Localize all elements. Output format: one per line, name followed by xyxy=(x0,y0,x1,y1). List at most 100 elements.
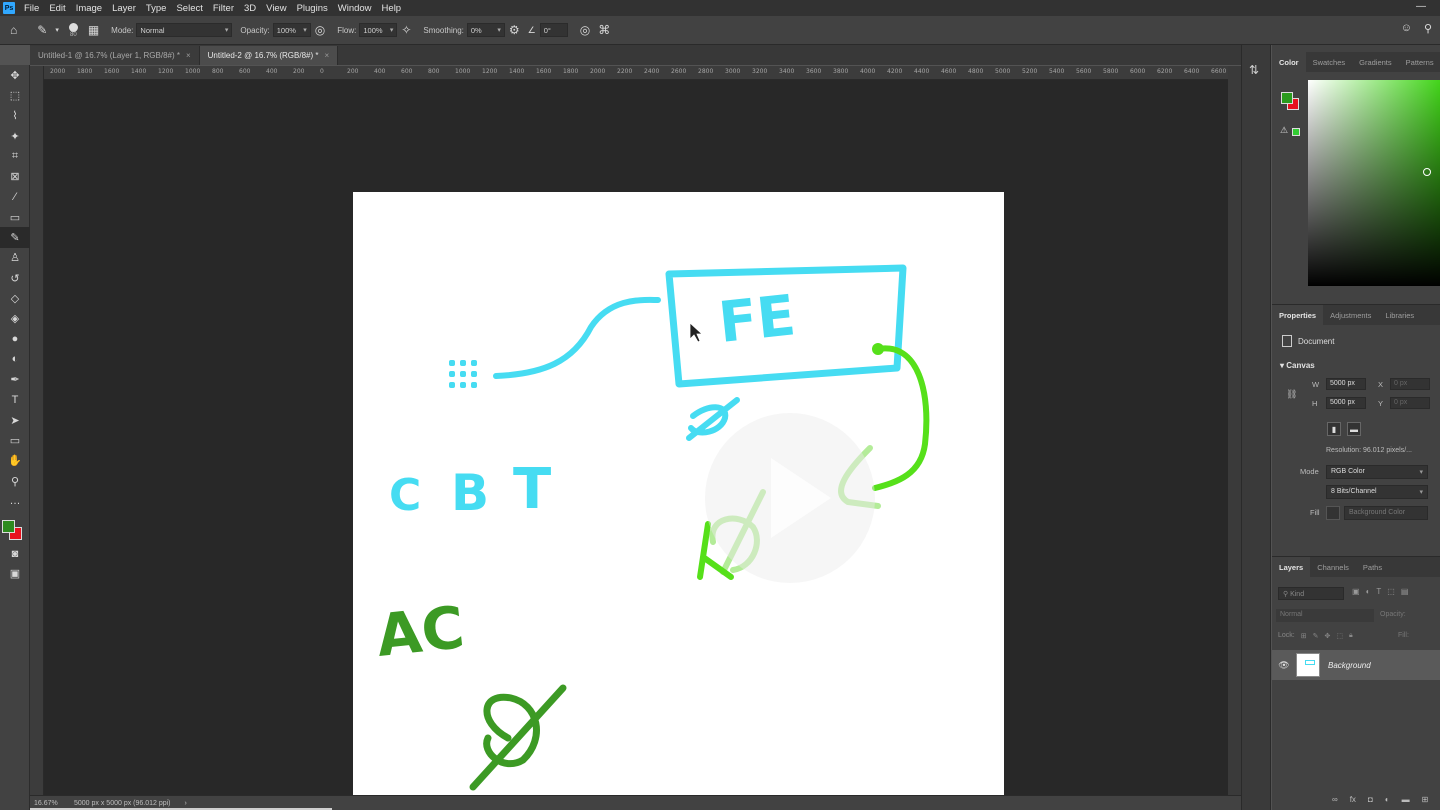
tab-channels[interactable]: Channels xyxy=(1310,557,1356,577)
bit-depth-select[interactable]: 8 Bits/Channel ▾ xyxy=(1326,485,1428,499)
gear-icon[interactable]: ⚙ xyxy=(509,23,520,37)
tab-paths[interactable]: Paths xyxy=(1356,557,1389,577)
chevron-right-icon[interactable]: › xyxy=(185,800,187,807)
gamut-warning-icon[interactable]: ⚠ xyxy=(1280,125,1288,136)
landscape-orientation-button[interactable]: ▬ xyxy=(1347,422,1361,436)
canvas[interactable]: FE C B T AC xyxy=(353,192,1004,810)
lock-pixels-icon[interactable]: ✎ xyxy=(1313,632,1319,640)
dodge-tool[interactable]: ◐ xyxy=(0,349,30,369)
tab-swatches[interactable]: Swatches xyxy=(1306,52,1353,72)
home-icon[interactable]: ⌂ xyxy=(10,23,17,37)
type-tool[interactable]: T xyxy=(0,390,30,410)
color-mode-select[interactable]: RGB Color ▾ xyxy=(1326,465,1428,479)
screen-mode-tool[interactable]: ▣ xyxy=(0,564,30,584)
brush-preset-icon[interactable]: ✎ xyxy=(37,23,47,37)
lock-artboard-icon[interactable]: ⬚ xyxy=(1336,632,1343,640)
web-safe-color-icon[interactable] xyxy=(1292,128,1300,136)
document-workspace[interactable]: FE C B T AC xyxy=(44,80,1228,810)
fill-color-swatch[interactable] xyxy=(1326,506,1340,520)
menu-plugins[interactable]: Plugins xyxy=(292,3,333,14)
x-input[interactable]: 0 px xyxy=(1390,378,1430,390)
document-tab-untitled-2[interactable]: Untitled-2 @ 16.7% (RGB/8#) * × xyxy=(199,46,339,65)
pressure-opacity-icon[interactable]: ◎ xyxy=(315,23,325,37)
color-swatches[interactable] xyxy=(0,512,29,544)
link-icon[interactable]: ⛓ xyxy=(1286,389,1297,400)
color-panel-foreground-swatch[interactable] xyxy=(1281,92,1293,104)
crop-tool[interactable]: ⌗ xyxy=(0,146,30,166)
menu-file[interactable]: File xyxy=(19,3,44,14)
blur-tool[interactable]: ● xyxy=(0,329,30,349)
eraser-tool[interactable]: ◇ xyxy=(0,288,30,308)
menu-filter[interactable]: Filter xyxy=(208,3,239,14)
eyedropper-tool[interactable]: ⁄ xyxy=(0,187,30,207)
document-info[interactable]: 5000 px x 5000 px (96.012 ppi) xyxy=(74,800,171,807)
adjustment-layer-icon[interactable]: ◐ xyxy=(1385,795,1390,804)
foreground-color-swatch[interactable] xyxy=(2,519,15,533)
clone-stamp-tool[interactable]: ♙ xyxy=(0,248,30,268)
mode-select[interactable]: Normal ▾ xyxy=(136,23,233,37)
fill-select[interactable]: Background Color xyxy=(1344,506,1428,520)
menu-view[interactable]: View xyxy=(261,3,291,14)
adjustment-filter-icon[interactable]: ◐ xyxy=(1366,587,1371,596)
lock-position-icon[interactable]: ✥ xyxy=(1324,632,1330,640)
menu-3d[interactable]: 3D xyxy=(239,3,261,14)
height-input[interactable]: 5000 px xyxy=(1326,397,1366,409)
tab-layers[interactable]: Layers xyxy=(1272,557,1311,577)
layer-name[interactable]: Background xyxy=(1328,661,1371,670)
lasso-tool[interactable]: ⌇ xyxy=(0,106,30,126)
move-tool[interactable]: ✥ xyxy=(0,65,30,85)
y-input[interactable]: 0 px xyxy=(1390,397,1430,409)
hand-tool[interactable]: ✋ xyxy=(0,451,30,471)
visibility-eye-icon[interactable]: 👁︎ xyxy=(1272,660,1296,671)
healing-tool[interactable]: ▭ xyxy=(0,207,30,227)
smart-object-filter-icon[interactable]: ▤ xyxy=(1401,587,1409,596)
shape-filter-icon[interactable]: ⬚ xyxy=(1387,587,1395,596)
vertical-scrollbar[interactable] xyxy=(1228,66,1241,795)
rectangle-tool[interactable]: ▭ xyxy=(0,430,30,450)
zoom-tool[interactable]: ⚲ xyxy=(0,471,30,491)
magic-wand-tool[interactable]: ✦ xyxy=(0,126,30,146)
frame-tool[interactable]: ⊠ xyxy=(0,166,30,186)
close-icon[interactable]: × xyxy=(186,51,191,60)
smoothing-input[interactable]: 0% ▾ xyxy=(466,23,505,37)
tab-libraries[interactable]: Libraries xyxy=(1378,305,1421,325)
history-brush-tool[interactable]: ↺ xyxy=(0,268,30,288)
share-icon[interactable]: ☺ xyxy=(1401,22,1412,35)
tab-adjustments[interactable]: Adjustments xyxy=(1323,305,1378,325)
play-overlay[interactable] xyxy=(705,413,875,583)
vertical-ruler[interactable] xyxy=(30,66,44,795)
add-mask-icon[interactable]: ◘ xyxy=(1368,795,1373,804)
pressure-size-icon[interactable]: ◎ xyxy=(580,23,590,37)
color-picker-cursor[interactable] xyxy=(1423,168,1431,176)
type-filter-icon[interactable]: T xyxy=(1376,587,1381,596)
width-input[interactable]: 5000 px xyxy=(1326,378,1366,390)
marquee-tool[interactable]: ⬚ xyxy=(0,85,30,105)
layer-filter-input[interactable]: ⚲ Kind xyxy=(1278,587,1344,600)
menu-image[interactable]: Image xyxy=(71,3,107,14)
airbrush-icon[interactable]: ✧ xyxy=(401,23,411,37)
flow-input[interactable]: 100% ▾ xyxy=(359,23,398,37)
pen-tool[interactable]: ✒ xyxy=(0,369,30,389)
blend-mode-select[interactable]: Normal xyxy=(1276,609,1374,622)
tab-gradients[interactable]: Gradients xyxy=(1352,52,1399,72)
angle-input[interactable]: 0° xyxy=(539,23,568,37)
quick-mask-tool[interactable]: ◙ xyxy=(0,544,30,564)
history-panel-icon[interactable]: ⇅ xyxy=(1249,63,1263,77)
symmetry-icon[interactable]: ⌘ xyxy=(598,23,610,37)
edit-toolbar-tool[interactable]: … xyxy=(0,491,30,511)
close-icon[interactable]: × xyxy=(324,51,329,60)
link-layers-icon[interactable]: ∞ xyxy=(1332,795,1338,804)
brush-settings-icon[interactable]: ▦ xyxy=(88,23,99,37)
lock-all-icon[interactable]: 🔒︎ xyxy=(1349,632,1353,640)
menu-window[interactable]: Window xyxy=(333,3,377,14)
brush-tool[interactable]: ✎ xyxy=(0,227,30,248)
horizontal-ruler[interactable]: 2000 1800 1600 1400 1200 1000 800 600 400 200 0 200… xyxy=(44,66,1228,80)
new-layer-icon[interactable]: ⊞ xyxy=(1422,795,1429,804)
tab-color[interactable]: Color xyxy=(1272,52,1306,72)
pixel-filter-icon[interactable]: ▣ xyxy=(1352,587,1360,596)
menu-type[interactable]: Type xyxy=(141,3,172,14)
paint-bucket-tool[interactable]: ◈ xyxy=(0,309,30,329)
lock-transparency-icon[interactable]: ⊞ xyxy=(1301,632,1307,640)
new-group-icon[interactable]: ▬ xyxy=(1402,795,1410,804)
zoom-level[interactable]: 16.67% xyxy=(34,800,74,807)
